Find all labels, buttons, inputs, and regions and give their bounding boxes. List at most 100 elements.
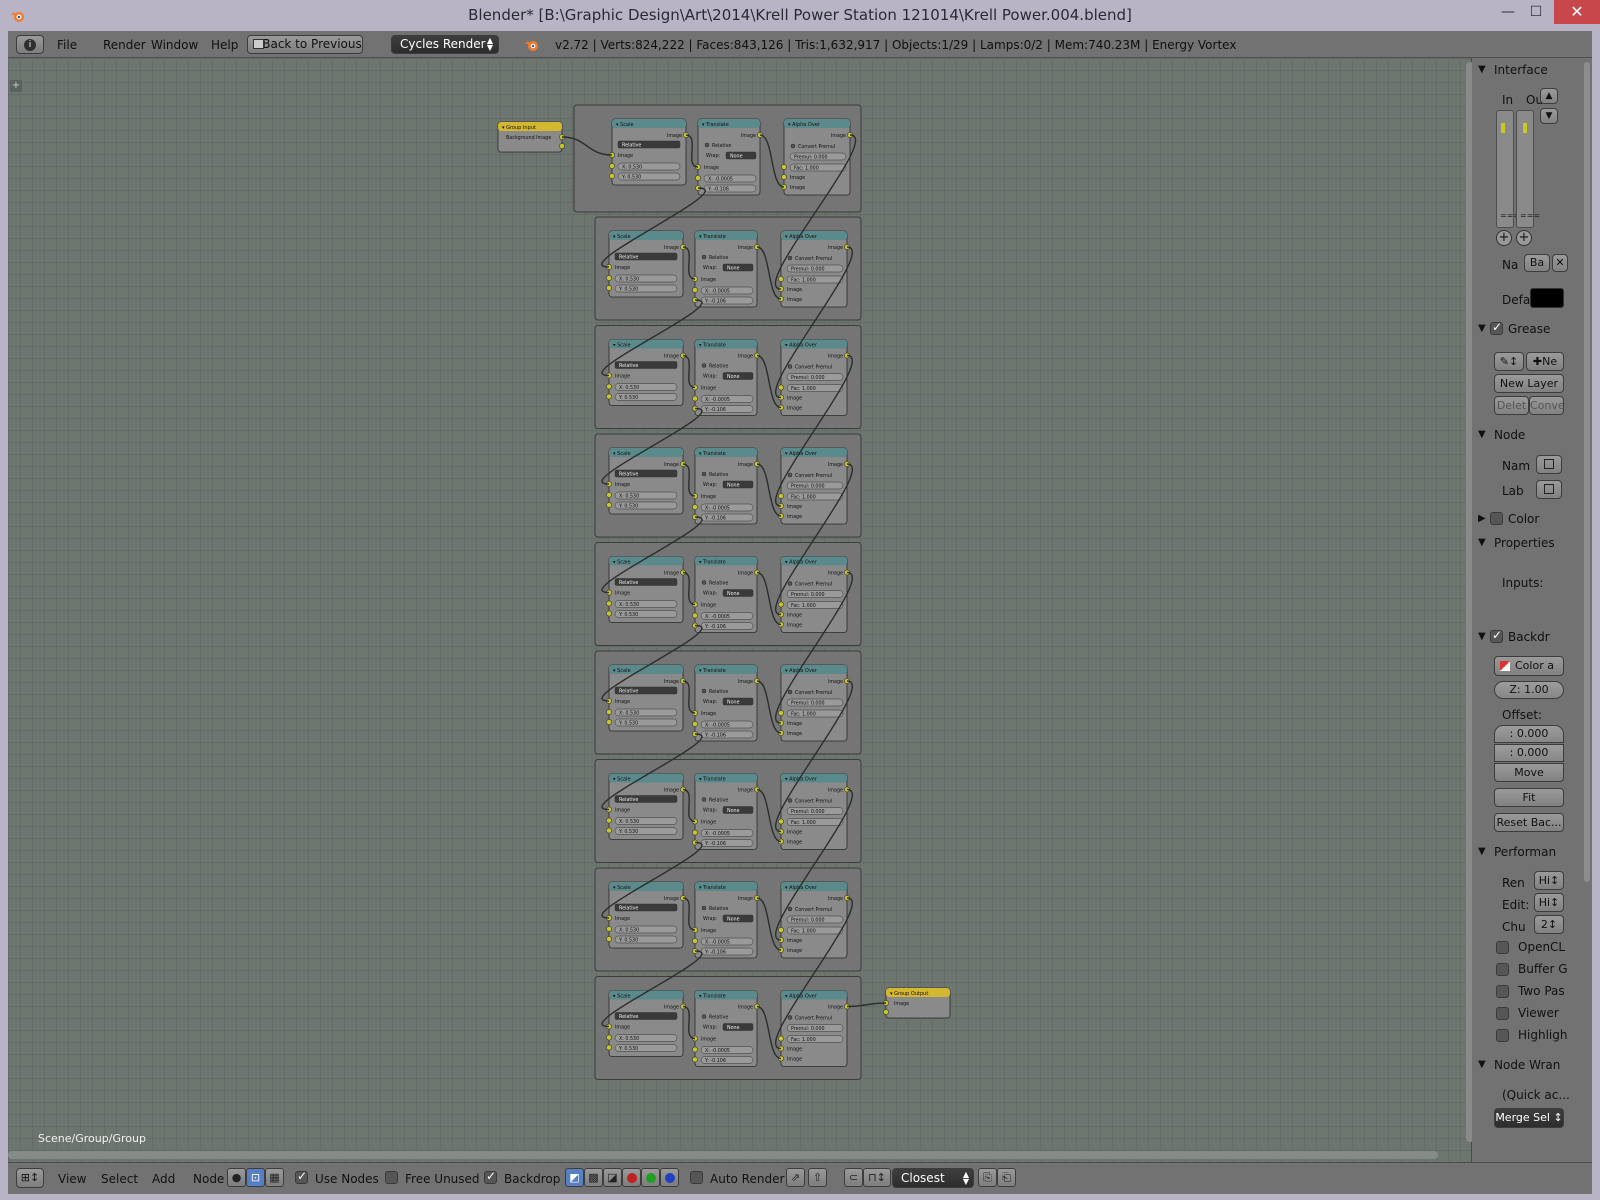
socket-input[interactable]: [606, 1034, 612, 1041]
alpha-icon[interactable]: ◪: [603, 1168, 622, 1187]
panel-performance-header[interactable]: ▼ Performan: [1472, 843, 1592, 863]
group-input-node[interactable]: ▾ Group Input Background Image: [497, 121, 565, 153]
socket-input[interactable]: [778, 493, 784, 499]
relative-checkbox[interactable]: [701, 905, 707, 911]
translate-node[interactable]: ▾ Translate Image Relative Wrap: None Image X:…: [692, 447, 760, 525]
group-output-node[interactable]: ▾ Group Output Image: [883, 987, 951, 1019]
node-frame-contents[interactable]: ▾ Scale Image Relative Image X: 0.530 Y: 0.53…: [606, 773, 850, 850]
compositing-nodes-icon[interactable]: ⊡: [246, 1168, 265, 1187]
node-graph[interactable]: ▾ Scale Image Relative Image X: 0.530 Y: 0.53…: [8, 58, 1472, 1162]
socket-input[interactable]: [606, 719, 612, 725]
scale-node[interactable]: ▾ Scale Image Relative Image X: 0.530 Y: 0.53…: [606, 230, 686, 298]
interpolation-select[interactable]: Closest ▲ ▼: [892, 1168, 974, 1188]
chunk-size-select[interactable]: 2↕: [1534, 915, 1564, 934]
node-frame-contents[interactable]: ▾ Scale Image Relative Image X: 0.530 Y: 0.53…: [606, 556, 850, 633]
scale-node[interactable]: ▾ Scale Image Relative Image X: 0.530 Y: 0.53…: [606, 664, 686, 732]
menu-file[interactable]: File: [57, 38, 77, 52]
socket-name-field[interactable]: Ba: [1524, 254, 1550, 272]
reset-backdrop-button[interactable]: Reset Bac...: [1494, 813, 1564, 832]
convert-premul-checkbox[interactable]: [787, 472, 793, 478]
socket-input[interactable]: [606, 383, 612, 390]
snap-icon[interactable]: ⇗: [786, 1168, 805, 1187]
backdrop-offset-y-field[interactable]: : 0.000: [1494, 744, 1564, 762]
socket-input[interactable]: [778, 384, 784, 391]
move-down-button[interactable]: ▼: [1540, 108, 1558, 124]
scale-node[interactable]: ▾ Scale Image Relative Image X: 0.530 Y: 0.53…: [606, 773, 686, 840]
socket-input[interactable]: [606, 1044, 612, 1051]
color-alpha-icon[interactable]: ◩: [565, 1168, 584, 1187]
performance-option-checkbox[interactable]: [1496, 985, 1509, 998]
translate-node[interactable]: ▾ Translate Image Relative Wrap: None Image X:…: [692, 773, 760, 850]
move-up-button[interactable]: ▲: [1540, 88, 1558, 104]
convert-premul-checkbox[interactable]: [787, 798, 793, 803]
alpha-over-node[interactable]: ▾ Alpha Over Image Convert Premul Premul: 0…: [781, 118, 853, 196]
editor-type-button[interactable]: ⊞↕: [16, 1168, 44, 1188]
close-button[interactable]: ✕: [1554, 0, 1600, 24]
alpha-over-node[interactable]: ▾ Alpha Over Image Convert Premul Premul: 0…: [778, 773, 850, 850]
parent-icon[interactable]: ⇧: [808, 1168, 827, 1187]
panel-properties-header[interactable]: ▼ Properties: [1472, 534, 1592, 554]
panel-interface-header[interactable]: ▼ Interface: [1472, 61, 1592, 81]
relative-checkbox[interactable]: [701, 688, 707, 694]
translate-node[interactable]: ▾ Translate Image Relative Wrap: None Image X:…: [692, 230, 760, 308]
scale-node[interactable]: ▾ Scale Image Relative Image X: 0.530 Y: 0.53…: [606, 990, 686, 1057]
region-expand-icon[interactable]: +: [10, 80, 22, 92]
shader-nodes-icon[interactable]: ●: [227, 1168, 246, 1187]
copy-icon[interactable]: ⎘: [978, 1168, 997, 1187]
menu-add[interactable]: Add: [152, 1172, 175, 1186]
socket-input[interactable]: [606, 610, 612, 617]
performance-option-checkbox[interactable]: [1496, 1007, 1509, 1020]
translate-node[interactable]: ▾ Translate Image Relative Wrap: None Image X:…: [692, 664, 760, 742]
convert-premul-checkbox[interactable]: [790, 143, 796, 149]
socket-input[interactable]: [606, 600, 612, 607]
socket-input[interactable]: [609, 163, 615, 169]
sidebar-scrollbar[interactable]: [1584, 62, 1590, 882]
socket-input[interactable]: [778, 1035, 784, 1042]
scale-node[interactable]: ▾ Scale Image Relative Image X: 0.530 Y: 0.53…: [606, 339, 686, 406]
socket-input[interactable]: [606, 709, 612, 715]
panel-color-header[interactable]: ▶ Color: [1472, 510, 1592, 530]
edit-quality-select[interactable]: Hi↕: [1534, 893, 1564, 912]
socket-input[interactable]: [606, 926, 612, 932]
backdrop-fit-button[interactable]: Fit: [1494, 788, 1564, 807]
translate-node[interactable]: ▾ Translate Image Relative Wrap: None Image X:…: [692, 339, 760, 416]
socket-input[interactable]: [692, 829, 698, 836]
socket-input[interactable]: [606, 275, 612, 281]
socket-input[interactable]: [606, 827, 612, 834]
grease-pencil-browse[interactable]: ✎↕: [1494, 352, 1524, 371]
panel-backdrop-header[interactable]: ▼ Backdr: [1472, 628, 1592, 648]
scale-node[interactable]: ▾ Scale Image Relative Image X: 0.530 Y: 0.53…: [606, 881, 686, 949]
convert-button[interactable]: Conve: [1529, 396, 1564, 415]
translate-node[interactable]: ▾ Translate Image Relative Wrap: None Image X:…: [695, 118, 763, 196]
socket-input[interactable]: [606, 393, 612, 400]
socket-input[interactable]: [695, 175, 701, 181]
alpha-over-node[interactable]: ▾ Alpha Over Image Convert Premul Premul: 0…: [778, 230, 850, 308]
menu-view[interactable]: View: [58, 1172, 86, 1186]
socket-input[interactable]: [606, 285, 612, 291]
backdrop-offset-x-field[interactable]: : 0.000: [1494, 725, 1564, 743]
convert-premul-checkbox[interactable]: [787, 255, 793, 261]
merge-selected-select[interactable]: Merge Sel ↕: [1494, 1108, 1564, 1128]
node-frame-contents[interactable]: ▾ Scale Image Relative Image X: 0.530 Y: 0.53…: [609, 118, 853, 196]
socket-input[interactable]: [781, 164, 787, 170]
alpha-over-node[interactable]: ▾ Alpha Over Image Convert Premul Premul: 0…: [778, 881, 850, 959]
scale-node[interactable]: ▾ Scale Image Relative Image X: 0.530 Y: 0.53…: [606, 447, 686, 515]
node-frame-contents[interactable]: ▾ Scale Image Relative Image X: 0.530 Y: 0.53…: [606, 230, 850, 308]
socket-input[interactable]: [692, 1056, 698, 1063]
blue-channel-icon[interactable]: [660, 1168, 679, 1187]
snap-target-icon[interactable]: ⊓↕: [863, 1168, 891, 1187]
panel-grease-header[interactable]: ▼ Grease: [1472, 320, 1592, 340]
menu-node[interactable]: Node: [193, 1172, 224, 1186]
backdrop-channels-select[interactable]: Color a: [1494, 656, 1564, 676]
backdrop-move-button[interactable]: Move: [1494, 763, 1564, 782]
socket-input[interactable]: [778, 818, 784, 825]
relative-checkbox[interactable]: [701, 363, 707, 368]
free-unused-checkbox[interactable]: [385, 1171, 398, 1184]
node-frame-contents[interactable]: ▾ Scale Image Relative Image X: 0.530 Y: 0.53…: [606, 447, 850, 525]
socket-input[interactable]: [606, 502, 612, 508]
convert-premul-checkbox[interactable]: [787, 581, 793, 586]
menu-help[interactable]: Help: [211, 38, 238, 52]
translate-node[interactable]: ▾ Translate Image Relative Wrap: None Image X:…: [692, 990, 760, 1067]
socket-input[interactable]: [883, 1009, 889, 1015]
menu-select[interactable]: Select: [101, 1172, 138, 1186]
